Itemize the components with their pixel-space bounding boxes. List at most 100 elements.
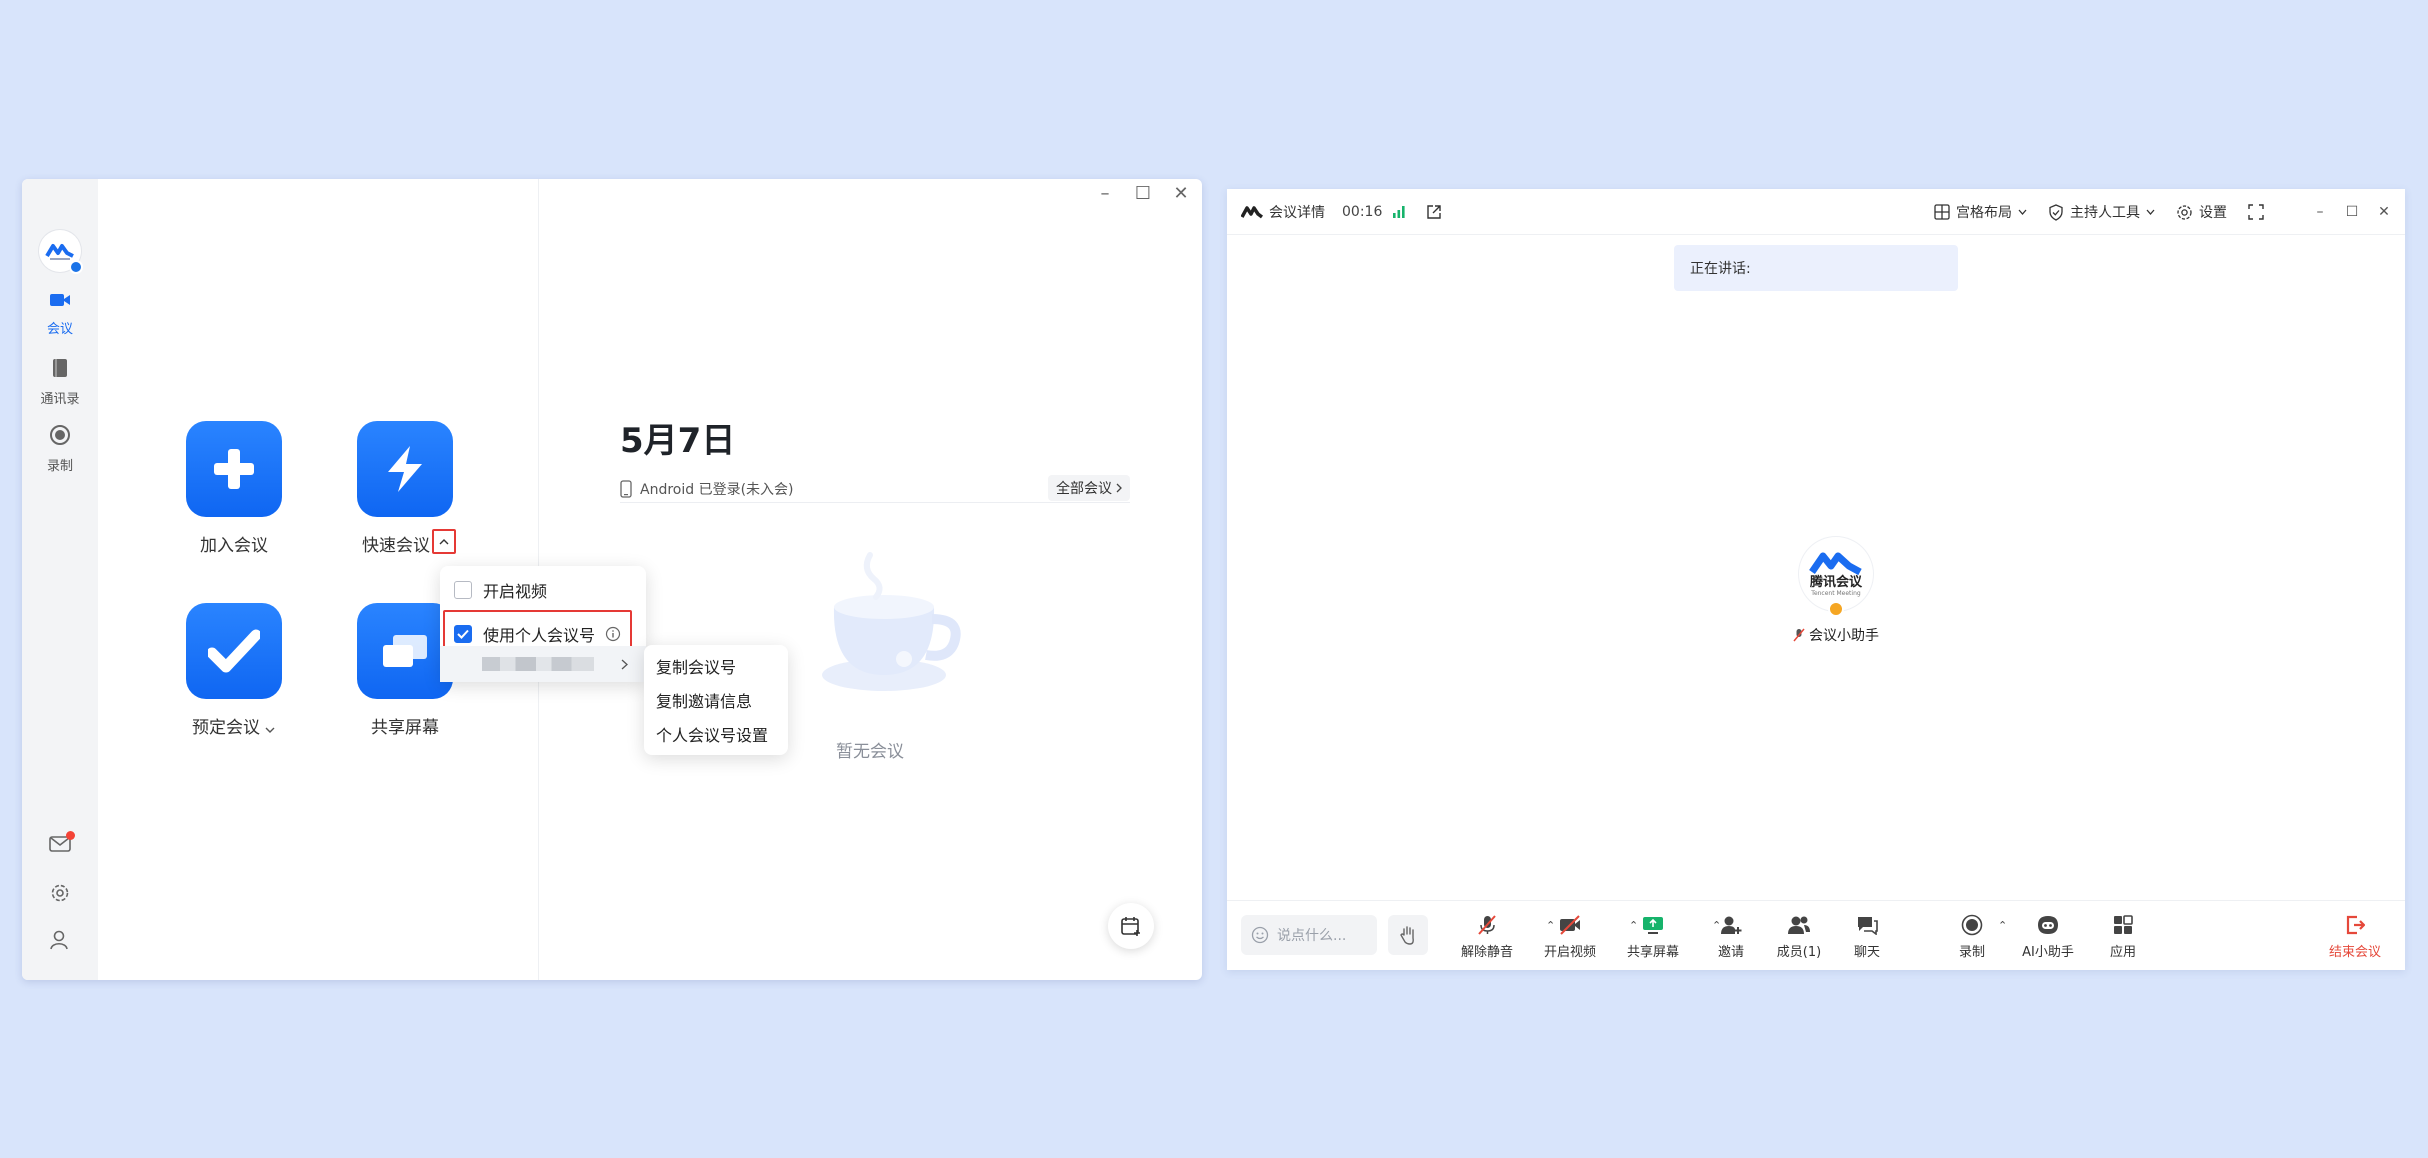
settings-gear-icon	[2177, 204, 2192, 220]
avatar-badge	[69, 260, 83, 274]
mic-muted-icon	[1478, 915, 1496, 935]
chevron-down-icon	[265, 727, 275, 733]
mic-muted-icon	[1793, 628, 1805, 642]
date-title: 5月7日	[620, 421, 736, 461]
calendar-add-button[interactable]	[1108, 903, 1154, 949]
join-meeting-button[interactable]	[186, 421, 282, 517]
meeting-home-window: 会议 通讯录 录制 – ☐ ✕ 加入会议 快速会议 预定会议 共享屏幕 开启视频…	[22, 179, 1202, 980]
sidebar-item-label: 录制	[46, 459, 73, 474]
record-icon	[1961, 914, 1983, 936]
schedule-meeting-label[interactable]: 预定会议	[192, 713, 275, 738]
meeting-toolbar: 说点什么... 解除静音 ⌃ 开启视频 ⌃ 共享屏幕 ⌃ 邀请 成员(1) 聊天…	[1227, 900, 2405, 970]
tencent-meeting-logo-icon	[45, 244, 74, 260]
redacted-meeting-id	[482, 657, 594, 671]
raise-hand-icon	[1400, 926, 1414, 945]
ai-assistant-icon	[2038, 916, 2058, 934]
chevron-right-icon	[1116, 483, 1122, 493]
toolbar-invite[interactable]: 邀请	[1696, 913, 1766, 960]
mail-button[interactable]	[22, 831, 98, 853]
share-screen-icon	[383, 635, 427, 667]
submenu-personal-id-settings[interactable]: 个人会议号设置	[644, 717, 788, 751]
signal-strength	[1392, 189, 1406, 235]
participant-name: 会议小助手	[1809, 628, 1879, 644]
quick-meeting-button[interactable]	[357, 421, 453, 517]
video-off-icon	[1560, 915, 1580, 935]
quick-meeting-dropdown-toggle[interactable]	[432, 529, 456, 554]
meeting-room-window: 会议详情 00:16 宫格布局 主持人工具 设置 – ☐ ✕ 正在讲话: 腾讯会…	[1227, 189, 2405, 970]
join-meeting-label: 加入会议	[200, 536, 268, 556]
record-icon	[50, 425, 70, 445]
user-profile-icon	[50, 930, 68, 950]
chevron-down-icon	[2018, 209, 2027, 215]
submenu-copy-id[interactable]: 复制会议号	[644, 649, 788, 683]
notification-dot	[66, 831, 75, 840]
settings-button[interactable]: 设置	[2176, 189, 2227, 235]
checkmark-icon	[208, 629, 260, 673]
all-meetings-button[interactable]: 全部会议	[1048, 475, 1130, 501]
members-icon	[1788, 916, 1810, 934]
toolbar-share-screen[interactable]: 共享屏幕	[1618, 913, 1688, 960]
end-meeting-button[interactable]: 结束会议	[2320, 913, 2390, 960]
toolbar-members[interactable]: 成员(1)	[1764, 913, 1834, 960]
host-tools-button[interactable]: 主持人工具	[2048, 189, 2155, 235]
toolbar-apps[interactable]: 应用	[2088, 913, 2158, 960]
speaking-indicator: 正在讲话:	[1674, 245, 1958, 291]
open-video-checkbox[interactable]	[454, 581, 472, 599]
host-badge-icon	[1828, 601, 1844, 617]
close-icon[interactable]: ✕	[1162, 179, 1200, 207]
empty-meetings-text: 暂无会议	[836, 742, 904, 762]
fullscreen-button[interactable]	[2248, 189, 2264, 235]
sidebar-item-meetings[interactable]: 会议	[22, 292, 98, 337]
sidebar-item-contacts[interactable]: 通讯录	[22, 358, 98, 407]
calendar-add-icon	[1121, 917, 1140, 936]
video-camera-icon	[50, 294, 70, 306]
contacts-book-icon	[53, 359, 67, 377]
schedule-meeting-button[interactable]	[186, 603, 282, 699]
minimize-icon[interactable]: –	[1086, 179, 1124, 207]
pop-out-button[interactable]	[1426, 189, 1442, 235]
participant-tile[interactable]: 腾讯会议 Tencent Meeting 会议小助手	[1776, 537, 1896, 645]
plus-icon	[214, 449, 254, 489]
submenu-copy-invite[interactable]: 复制邀请信息	[644, 683, 788, 717]
empty-cup-illustration	[822, 552, 961, 691]
external-link-icon	[1427, 205, 1441, 219]
window-controls: – ☐ ✕	[1086, 179, 1200, 207]
chat-placeholder: 说点什么...	[1277, 928, 1347, 944]
quick-meeting-menu: 开启视频 使用个人会议号	[440, 566, 646, 682]
profile-button[interactable]	[22, 929, 98, 951]
settings-gear-icon	[51, 884, 69, 902]
participant-avatar: 腾讯会议 Tencent Meeting	[1799, 537, 1873, 617]
maximize-icon[interactable]: ☐	[1124, 179, 1162, 207]
chat-icon	[1858, 917, 1878, 935]
raise-hand-button[interactable]	[1388, 915, 1428, 955]
share-screen-label: 共享屏幕	[371, 718, 439, 738]
minimize-icon[interactable]: –	[2304, 204, 2336, 220]
share-screen-button[interactable]	[357, 603, 453, 699]
meeting-details-label: 会议详情	[1269, 205, 1325, 221]
open-video-option[interactable]: 开启视频	[440, 572, 646, 608]
maximize-icon[interactable]: ☐	[2336, 204, 2368, 220]
personal-meeting-id-item[interactable]	[440, 646, 646, 682]
device-status-row: Android 已登录(未入会) 全部会议	[620, 475, 1130, 503]
layout-button[interactable]: 宫格布局	[1934, 189, 2027, 235]
toolbar-unmute[interactable]: 解除静音	[1452, 913, 1522, 960]
shield-icon	[2049, 203, 2063, 221]
grid-layout-icon	[1934, 204, 1950, 220]
toolbar-record[interactable]: 录制	[1937, 913, 2007, 960]
meeting-topbar: 会议详情 00:16 宫格布局 主持人工具 设置 – ☐ ✕	[1227, 189, 2405, 235]
settings-button[interactable]	[22, 882, 98, 904]
sidebar-item-recordings[interactable]: 录制	[22, 425, 98, 474]
chat-quick-input[interactable]: 说点什么...	[1241, 915, 1377, 955]
toolbar-ai-assistant[interactable]: AI小助手	[2013, 913, 2083, 960]
device-status-text: Android 已登录(未入会)	[640, 481, 794, 498]
toolbar-chat[interactable]: 聊天	[1832, 913, 1902, 960]
logo-text: 腾讯会议	[1809, 575, 1862, 590]
meeting-details-button[interactable]: 会议详情	[1241, 189, 1325, 235]
close-icon[interactable]: ✕	[2368, 204, 2400, 220]
caret-up-icon[interactable]: ⌃	[1998, 919, 2007, 932]
avatar[interactable]	[39, 230, 83, 274]
sidebar: 会议 通讯录 录制	[22, 179, 98, 980]
window-controls: – ☐ ✕	[2304, 189, 2400, 235]
toolbar-start-video[interactable]: 开启视频	[1535, 913, 1605, 960]
lightning-icon	[388, 446, 422, 492]
